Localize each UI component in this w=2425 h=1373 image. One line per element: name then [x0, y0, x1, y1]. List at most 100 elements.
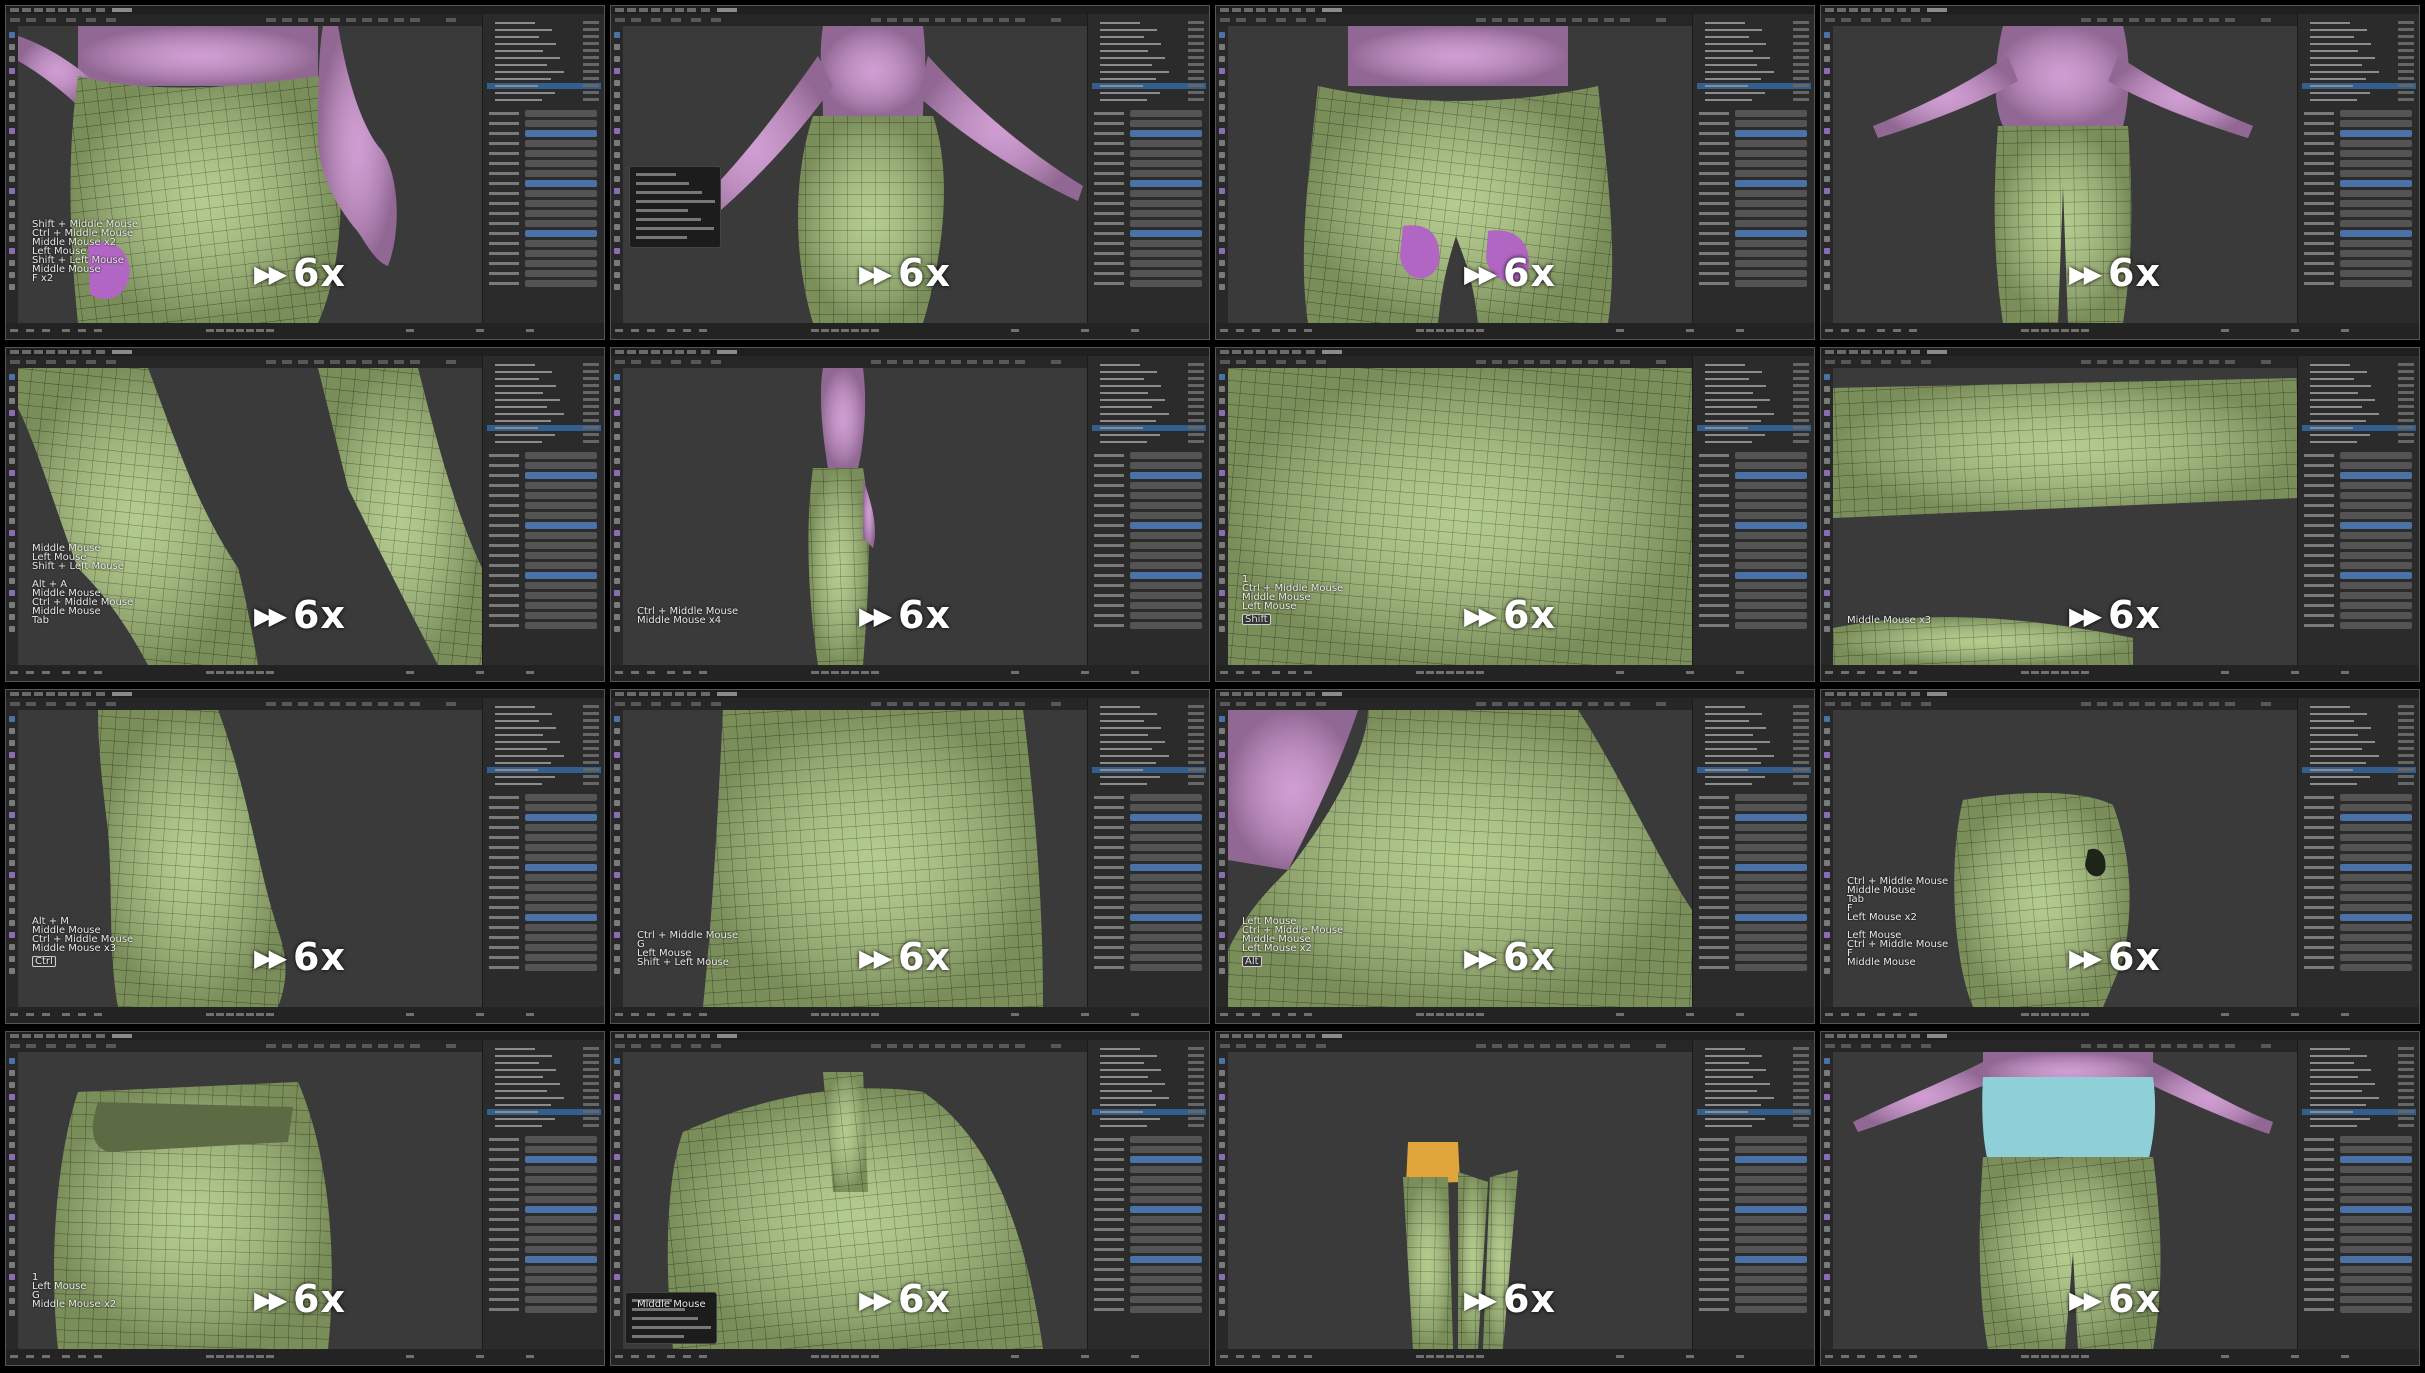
property-field[interactable]	[2340, 874, 2412, 881]
header-button[interactable]	[1476, 702, 1486, 706]
timeline-control[interactable]	[226, 1355, 234, 1358]
timeline-control[interactable]	[2031, 1355, 2039, 1358]
tool-icon[interactable]	[614, 176, 620, 182]
property-row[interactable]	[485, 1186, 601, 1193]
outliner-item[interactable]	[2302, 1074, 2416, 1080]
outliner-item[interactable]	[1697, 1109, 1811, 1115]
timeline-control[interactable]	[1446, 1013, 1454, 1016]
property-row[interactable]	[485, 472, 601, 479]
property-field[interactable]	[2340, 220, 2412, 227]
visibility-toggles[interactable]	[583, 419, 599, 422]
outliner-item[interactable]	[2302, 404, 2416, 410]
property-row[interactable]	[1090, 190, 1206, 197]
tool-icon[interactable]	[614, 1106, 620, 1112]
property-row[interactable]	[1090, 200, 1206, 207]
menu-item[interactable]	[70, 8, 79, 12]
header-button[interactable]	[1656, 18, 1666, 22]
property-field[interactable]	[1735, 260, 1807, 267]
timeline-control[interactable]	[42, 1355, 50, 1358]
tool-icon[interactable]	[9, 260, 15, 266]
outliner-item[interactable]	[487, 41, 601, 47]
viewport-3d[interactable]: Middle Mouse x3 ▶▶ 6x	[1833, 368, 2297, 665]
header-button[interactable]	[1236, 702, 1246, 706]
header-button[interactable]	[282, 18, 292, 22]
timeline-control[interactable]	[2081, 1013, 2089, 1016]
property-field[interactable]	[525, 1276, 597, 1283]
tool-icon[interactable]	[614, 1070, 620, 1076]
menu-item[interactable]	[46, 350, 55, 354]
visibility-toggles[interactable]	[1793, 1082, 1809, 1085]
timeline-control[interactable]	[1426, 671, 1434, 674]
visibility-toggles[interactable]	[583, 405, 599, 408]
outliner-item[interactable]	[1697, 432, 1811, 438]
timeline-control[interactable]	[667, 1355, 675, 1358]
header-button[interactable]	[999, 1044, 1009, 1048]
tool-icon[interactable]	[1824, 236, 1830, 242]
tool-icon[interactable]	[614, 200, 620, 206]
property-row[interactable]	[1090, 1216, 1206, 1223]
property-field[interactable]	[2340, 552, 2412, 559]
menu-item[interactable]	[1825, 692, 1834, 696]
header-button[interactable]	[410, 360, 420, 364]
header-button[interactable]	[410, 18, 420, 22]
visibility-toggles[interactable]	[2398, 412, 2414, 415]
tool-icon[interactable]	[9, 212, 15, 218]
menu-item[interactable]	[1897, 692, 1906, 696]
tool-icon[interactable]	[1824, 80, 1830, 86]
timeline-control[interactable]	[26, 329, 34, 332]
visibility-toggles[interactable]	[583, 1117, 599, 1120]
visibility-toggles[interactable]	[1188, 1103, 1204, 1106]
tool-icon[interactable]	[614, 542, 620, 548]
visibility-toggles[interactable]	[1188, 782, 1204, 785]
property-field[interactable]	[1130, 1276, 1202, 1283]
tool-icon[interactable]	[614, 44, 620, 50]
tool-icon[interactable]	[1824, 410, 1830, 416]
outliner-item[interactable]	[1092, 704, 1206, 710]
visibility-toggles[interactable]	[1793, 754, 1809, 757]
property-row[interactable]	[1695, 944, 1811, 951]
visibility-toggles[interactable]	[1188, 1068, 1204, 1071]
tool-icon[interactable]	[9, 458, 15, 464]
timeline-control[interactable]	[406, 671, 414, 674]
header-button[interactable]	[651, 360, 661, 364]
property-row[interactable]	[1695, 462, 1811, 469]
header-button[interactable]	[1476, 18, 1486, 22]
header-button[interactable]	[1604, 702, 1614, 706]
menu-item[interactable]	[627, 350, 636, 354]
timeline-control[interactable]	[1825, 671, 1833, 674]
property-row[interactable]	[485, 1216, 601, 1223]
property-row[interactable]	[485, 552, 601, 559]
header-button[interactable]	[26, 18, 36, 22]
property-row[interactable]	[1090, 1176, 1206, 1183]
visibility-toggles[interactable]	[1793, 1096, 1809, 1099]
timeline-control[interactable]	[1686, 329, 1694, 332]
property-row[interactable]	[1090, 140, 1206, 147]
timeline-control[interactable]	[841, 329, 849, 332]
tool-icon[interactable]	[1219, 1130, 1225, 1136]
tool-icon[interactable]	[1824, 1298, 1830, 1304]
visibility-toggles[interactable]	[583, 1124, 599, 1127]
property-field[interactable]	[1735, 1156, 1807, 1163]
outliner-item[interactable]	[1697, 404, 1811, 410]
outliner-item[interactable]	[487, 1060, 601, 1066]
property-row[interactable]	[1695, 834, 1811, 841]
property-field[interactable]	[2340, 1206, 2412, 1213]
property-field[interactable]	[525, 894, 597, 901]
property-field[interactable]	[1735, 220, 1807, 227]
outliner-item[interactable]	[487, 34, 601, 40]
timeline-control[interactable]	[26, 1355, 34, 1358]
header-button[interactable]	[1620, 18, 1630, 22]
property-field[interactable]	[2340, 160, 2412, 167]
property-row[interactable]	[2300, 502, 2416, 509]
timeline-control[interactable]	[1686, 1355, 1694, 1358]
tool-icon[interactable]	[1824, 1310, 1830, 1316]
header-button[interactable]	[2261, 18, 2271, 22]
tool-icon[interactable]	[1824, 1286, 1830, 1292]
tool-icon[interactable]	[9, 236, 15, 242]
tool-icon[interactable]	[1824, 968, 1830, 974]
outliner-item[interactable]	[1092, 27, 1206, 33]
property-field[interactable]	[1735, 904, 1807, 911]
header-button[interactable]	[983, 18, 993, 22]
timeline-control[interactable]	[1893, 329, 1901, 332]
timeline-control[interactable]	[1841, 1355, 1849, 1358]
